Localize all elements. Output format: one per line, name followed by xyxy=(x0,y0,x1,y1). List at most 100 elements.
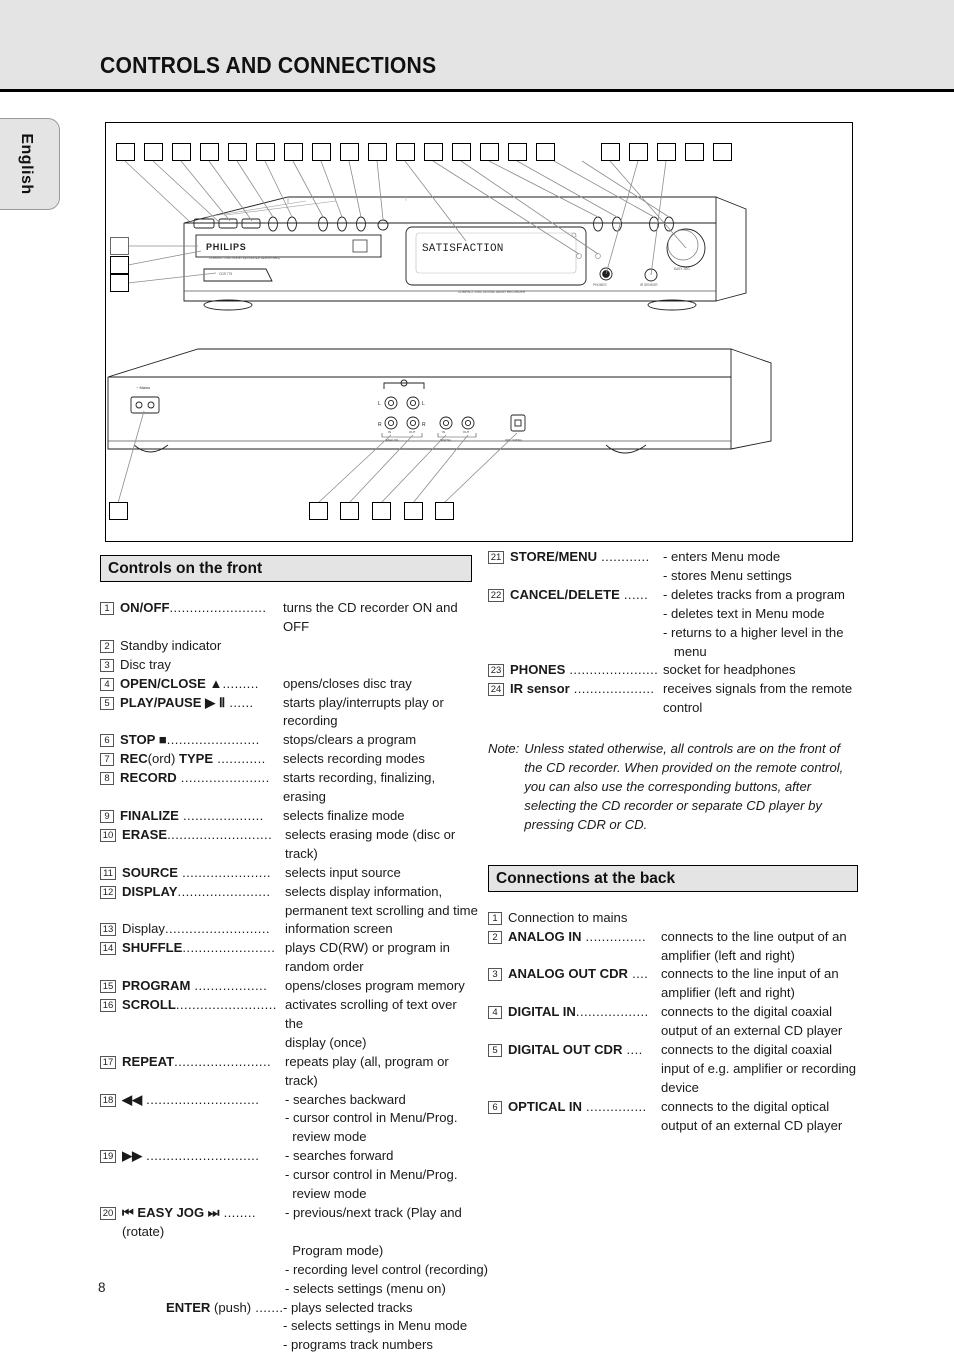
list-item: 10 ERASE.......................... selects… xyxy=(100,826,472,864)
item-description: selects erasing mode (disc or track) xyxy=(285,826,456,861)
leader-dots: ......... xyxy=(222,675,259,691)
item-body: ANALOG IN ............... connects to the… xyxy=(508,928,858,966)
item-term: DIGITAL IN.................. xyxy=(508,1003,661,1022)
item-description: connects to the digital coaxial xyxy=(661,1042,833,1058)
callout-left-2 xyxy=(110,256,129,274)
item-term: REC(ord) TYPE ............ xyxy=(120,750,283,769)
item-description: opens/closes disc tray xyxy=(283,675,412,691)
item-term: REPEAT........................ xyxy=(122,1053,285,1072)
enter-description-line: - programs track numbers xyxy=(283,1337,433,1353)
list-item: 8 RECORD ...................... starts rec… xyxy=(100,769,472,807)
item-description-line: - cursor control in Menu/Prog. xyxy=(285,1110,458,1126)
item-term: Disc tray xyxy=(120,656,283,675)
item-term: CANCEL/DELETE ...... xyxy=(510,586,663,605)
list-item: 23 PHONES ...................... socket fo… xyxy=(488,661,858,680)
item-term-text: Disc tray xyxy=(120,656,171,672)
item-number: 1 xyxy=(488,911,502,925)
rear-callout-5 xyxy=(404,502,423,520)
item-description: - previous/next track (Play and xyxy=(285,1205,462,1220)
item-description: socket for headphones xyxy=(663,662,796,678)
leader-dots: .... xyxy=(622,1042,643,1058)
enter-entry: ENTER (push) ..............- plays selec… xyxy=(100,1299,472,1355)
leader-dots: .................. xyxy=(190,978,268,994)
item-body: ◀◀ ............................ - searche… xyxy=(122,1091,472,1148)
item-body: STOP ■....................... stops/clear… xyxy=(120,731,472,750)
list-item: 3 ANALOG OUT CDR .... connects to the line… xyxy=(488,965,858,1003)
item-term-text: STORE/MENU xyxy=(510,549,598,564)
item-term-text: ◀◀ xyxy=(122,1091,143,1107)
leader-dots: ............ xyxy=(597,549,650,564)
language-tab-english: English xyxy=(0,118,60,210)
leader-dots: ........................ xyxy=(169,600,267,615)
list-item: 5 PLAY/PAUSE ▶ Ⅱ ...... starts play/interr… xyxy=(100,694,472,732)
item-body: DIGITAL IN.................. connects to … xyxy=(508,1003,858,1041)
item-description: activates scrolling of text over the xyxy=(285,997,457,1031)
figure-panel: PHILIPS SATISFACTION COMPACT DISC AUDIO … xyxy=(105,122,853,542)
rear-callout-4 xyxy=(372,502,391,520)
item-number: 8 xyxy=(100,772,114,786)
controls-front-list-continued: 21 STORE/MENU ............ - enters Menu m… xyxy=(488,548,858,718)
item-description-line: amplifier (left and right) xyxy=(661,947,795,963)
item-term-text: ANALOG IN xyxy=(508,928,582,944)
leader-dots: .... xyxy=(628,966,649,982)
item-description: selects display information, xyxy=(285,883,443,899)
item-number: 23 xyxy=(488,664,504,678)
item-description-line: Program mode) xyxy=(285,1242,384,1258)
callout-6 xyxy=(256,143,275,161)
item-number: 20 xyxy=(100,1207,116,1220)
page-title: CONTROLS AND CONNECTIONS xyxy=(100,52,437,78)
item-term-text: RECORD xyxy=(120,770,177,786)
list-item: 20 ⏮ EASY JOG ⏭ ........ - previous/next t… xyxy=(100,1204,488,1299)
item-description: plays CD(RW) or program in xyxy=(285,940,450,956)
callout-21 xyxy=(685,143,704,161)
item-description: - searches forward xyxy=(285,1148,394,1164)
list-item: 2 Standby indicator xyxy=(100,637,472,656)
callout-12 xyxy=(424,143,443,161)
item-body: DIGITAL OUT CDR .... connects to the digi… xyxy=(508,1041,858,1098)
enter-term-text: ENTER xyxy=(166,1299,211,1315)
leader-dots: .................... xyxy=(569,681,655,697)
right-column: 21 STORE/MENU ............ - enters Menu m… xyxy=(488,548,858,1136)
item-number: 17 xyxy=(100,1055,116,1069)
item-description-line: device xyxy=(661,1079,699,1095)
callout-18 xyxy=(601,143,620,161)
note-line: pressing CDR or CD. xyxy=(524,816,648,832)
item-body: REPEAT........................ repeats pl… xyxy=(122,1053,472,1091)
item-description-line: output of an external CD player xyxy=(661,1117,843,1133)
item-term: SHUFFLE....................... xyxy=(122,939,285,958)
list-item: 4 DIGITAL IN.................. connects to… xyxy=(488,1003,858,1041)
leader-dots: ...................... xyxy=(178,864,271,880)
item-description: repeats play (all, program or track) xyxy=(285,1053,449,1088)
item-body: SHUFFLE....................... plays CD(R… xyxy=(122,939,472,977)
list-item: 5 DIGITAL OUT CDR .... connects to the dig… xyxy=(488,1041,858,1098)
item-body: ANALOG OUT CDR .... connects to the line … xyxy=(508,965,858,1003)
language-tab-label: English xyxy=(17,133,35,195)
item-description: connects to the digital coaxial xyxy=(661,1004,833,1020)
list-item: 18 ◀◀ ............................ - searc… xyxy=(100,1091,472,1148)
item-description-line: input of e.g. amplifier or recording xyxy=(661,1060,857,1076)
item-number: 16 xyxy=(100,999,116,1013)
item-number: 5 xyxy=(100,696,114,710)
item-term-text: DIGITAL OUT CDR xyxy=(508,1042,623,1058)
item-term-text: OPEN/CLOSE ▲ xyxy=(120,675,223,691)
leader-dots: ...... xyxy=(225,694,254,710)
leader-dots: ......................... xyxy=(175,997,277,1013)
item-description: information screen xyxy=(285,921,393,937)
item-term: DIGITAL OUT CDR .... xyxy=(508,1041,661,1060)
enter-description: - plays selected tracks xyxy=(283,1299,413,1315)
item-term-text: Connection to mains xyxy=(508,909,628,925)
rear-leader-lines xyxy=(117,410,518,504)
item-term: Connection to mains xyxy=(508,909,661,928)
callout-9 xyxy=(340,143,359,161)
item-number: 5 xyxy=(488,1044,502,1058)
item-body: OPEN/CLOSE ▲......... opens/closes disc t… xyxy=(120,675,472,694)
item-number: 4 xyxy=(488,1006,502,1020)
item-description-line: recording xyxy=(283,713,338,729)
leader-dots: .................. xyxy=(575,1004,649,1020)
item-term: PROGRAM .................. xyxy=(122,977,285,996)
item-body: ⏮ EASY JOG ⏭ ........ - previous/next tra… xyxy=(122,1204,488,1299)
callout-19 xyxy=(629,143,648,161)
item-number: 11 xyxy=(100,866,116,880)
item-term: DISPLAY....................... xyxy=(122,883,285,902)
item-term-text: SOURCE xyxy=(122,864,179,880)
